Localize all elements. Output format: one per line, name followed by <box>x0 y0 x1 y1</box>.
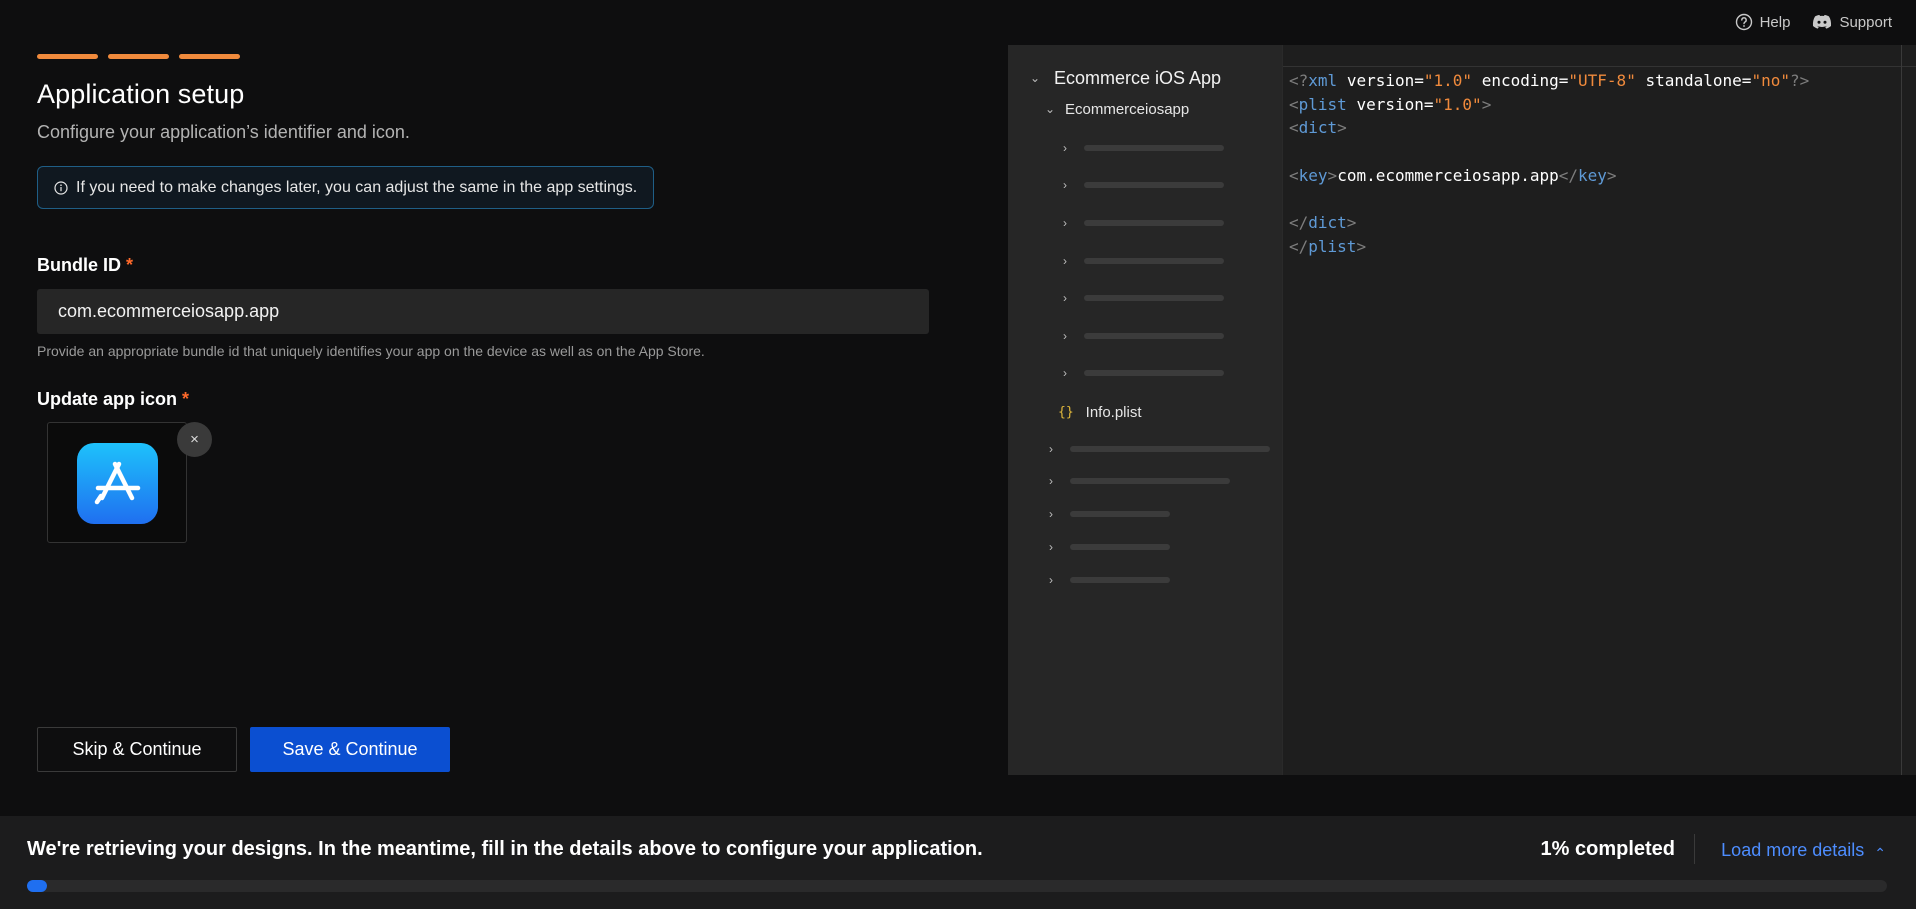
help-label: Help <box>1759 13 1791 31</box>
loading-placeholder <box>1070 445 1270 452</box>
bundle-id-help: Provide an appropriate bundle id that un… <box>37 343 705 359</box>
chevron-right-icon: › <box>1063 178 1067 193</box>
chevron-right-icon: › <box>1063 140 1067 155</box>
chevron-down-icon: ⌄ <box>1044 102 1056 116</box>
loading-placeholder <box>1070 576 1170 583</box>
bundle-id-label: Bundle ID * <box>37 255 929 276</box>
tree-placeholder-row[interactable]: › <box>1008 242 1282 280</box>
loading-placeholder <box>1084 370 1224 377</box>
loading-placeholder <box>1084 295 1224 302</box>
tree-root-label: Ecommerce iOS App <box>1054 67 1222 88</box>
progress-fill <box>27 880 47 892</box>
loading-placeholder <box>1084 257 1224 264</box>
tree-placeholder-row[interactable]: › <box>1008 432 1282 465</box>
tree-placeholder-row[interactable]: › <box>1008 498 1282 531</box>
info-icon <box>54 180 68 195</box>
help-link[interactable]: Help <box>1735 13 1791 31</box>
chevron-right-icon: › <box>1049 474 1053 489</box>
question-circle-icon <box>1735 13 1752 31</box>
tree-placeholder-row[interactable]: › <box>1008 204 1282 242</box>
plist-bundle-key: com.ecommerceiosapp.app <box>1337 165 1559 185</box>
step-bar <box>108 54 169 59</box>
support-link[interactable]: Support <box>1812 13 1892 31</box>
loading-placeholder <box>1070 511 1170 518</box>
required-mark: * <box>126 255 134 275</box>
load-more-label: Load more details <box>1721 840 1865 860</box>
code-preview: ⌄ Ecommerce iOS App ⌄ Ecommerceiosapp › … <box>1008 45 1916 775</box>
tree-placeholder-row[interactable]: › <box>1008 355 1282 393</box>
file-tree: ⌄ Ecommerce iOS App ⌄ Ecommerceiosapp › … <box>1008 45 1282 775</box>
bundle-id-input[interactable] <box>37 289 929 334</box>
chevron-right-icon: › <box>1049 507 1053 522</box>
app-icon-upload[interactable]: × <box>47 422 212 543</box>
chevron-up-icon: ⌃ <box>1874 845 1886 861</box>
editor-tab-strip <box>1283 45 1916 67</box>
chevron-right-icon: › <box>1063 291 1067 306</box>
tree-file-info-plist[interactable]: {} Info.plist <box>1008 392 1282 432</box>
chevron-right-icon: › <box>1063 253 1067 268</box>
chevron-right-icon: › <box>1063 215 1067 230</box>
chevron-right-icon: › <box>1063 366 1067 381</box>
editor-scrollbar[interactable] <box>1901 45 1902 775</box>
status-message: We're retrieving your designs. In the me… <box>27 838 983 860</box>
support-label: Support <box>1839 13 1892 31</box>
tree-root[interactable]: ⌄ Ecommerce iOS App <box>1008 62 1282 94</box>
step-bar <box>179 54 240 59</box>
tree-placeholder-row[interactable]: › <box>1008 279 1282 317</box>
tree-folder-label: Ecommerceiosapp <box>1065 100 1190 118</box>
loading-placeholder <box>1070 478 1230 485</box>
step-bar <box>37 54 98 59</box>
tree-placeholder-row[interactable]: › <box>1008 317 1282 355</box>
discord-icon <box>1813 15 1832 29</box>
plist-code: <?xml version="1.0" encoding="UTF-8" sta… <box>1289 71 1810 256</box>
chevron-right-icon: › <box>1049 441 1053 456</box>
loading-placeholder <box>1070 543 1170 550</box>
app-icon-label-text: Update app icon <box>37 389 178 409</box>
chevron-right-icon: › <box>1049 572 1053 587</box>
app-store-icon <box>77 443 158 524</box>
page-title: Application setup <box>37 79 245 109</box>
status-divider <box>1694 834 1695 864</box>
tree-placeholder-row[interactable]: › <box>1008 563 1282 596</box>
tree-placeholder-row[interactable]: › <box>1008 465 1282 498</box>
loading-placeholder <box>1084 332 1224 339</box>
step-indicator <box>37 54 929 59</box>
bundle-id-label-text: Bundle ID <box>37 255 121 275</box>
load-more-details-link[interactable]: Load more details ⌃ <box>1721 839 1886 862</box>
remove-icon-button[interactable]: × <box>177 422 212 457</box>
tree-placeholder-row[interactable]: › <box>1008 167 1282 205</box>
json-file-icon: {} <box>1058 404 1074 420</box>
tree-file-label: Info.plist <box>1085 403 1142 421</box>
code-editor[interactable]: <?xml version="1.0" encoding="UTF-8" sta… <box>1282 45 1916 775</box>
skip-continue-button[interactable]: Skip & Continue <box>37 727 237 772</box>
top-links: Help Support <box>1735 13 1892 31</box>
chevron-right-icon: › <box>1063 328 1067 343</box>
tree-folder[interactable]: ⌄ Ecommerceiosapp <box>1008 94 1282 124</box>
status-bar: We're retrieving your designs. In the me… <box>0 816 1916 909</box>
notice-text: If you need to make changes later, you c… <box>76 178 638 196</box>
loading-placeholder <box>1084 182 1224 189</box>
loading-placeholder <box>1084 219 1224 226</box>
required-mark: * <box>182 389 190 409</box>
tree-placeholder-row[interactable]: › <box>1008 129 1282 167</box>
chevron-down-icon: ⌄ <box>1029 71 1041 85</box>
setup-panel: Application setup Configure your applica… <box>37 54 929 410</box>
close-icon: × <box>190 431 199 448</box>
info-notice: If you need to make changes later, you c… <box>37 166 655 209</box>
progress-track <box>27 880 1887 892</box>
chevron-right-icon: › <box>1049 539 1053 554</box>
loading-placeholder <box>1084 144 1224 151</box>
tree-placeholder-row[interactable]: › <box>1008 531 1282 564</box>
save-continue-button[interactable]: Save & Continue <box>250 727 450 772</box>
page-subtitle: Configure your application’s identifier … <box>37 122 410 142</box>
app-icon-label: Update app icon * <box>37 389 929 410</box>
progress-percent: 1% completed <box>1540 838 1675 860</box>
